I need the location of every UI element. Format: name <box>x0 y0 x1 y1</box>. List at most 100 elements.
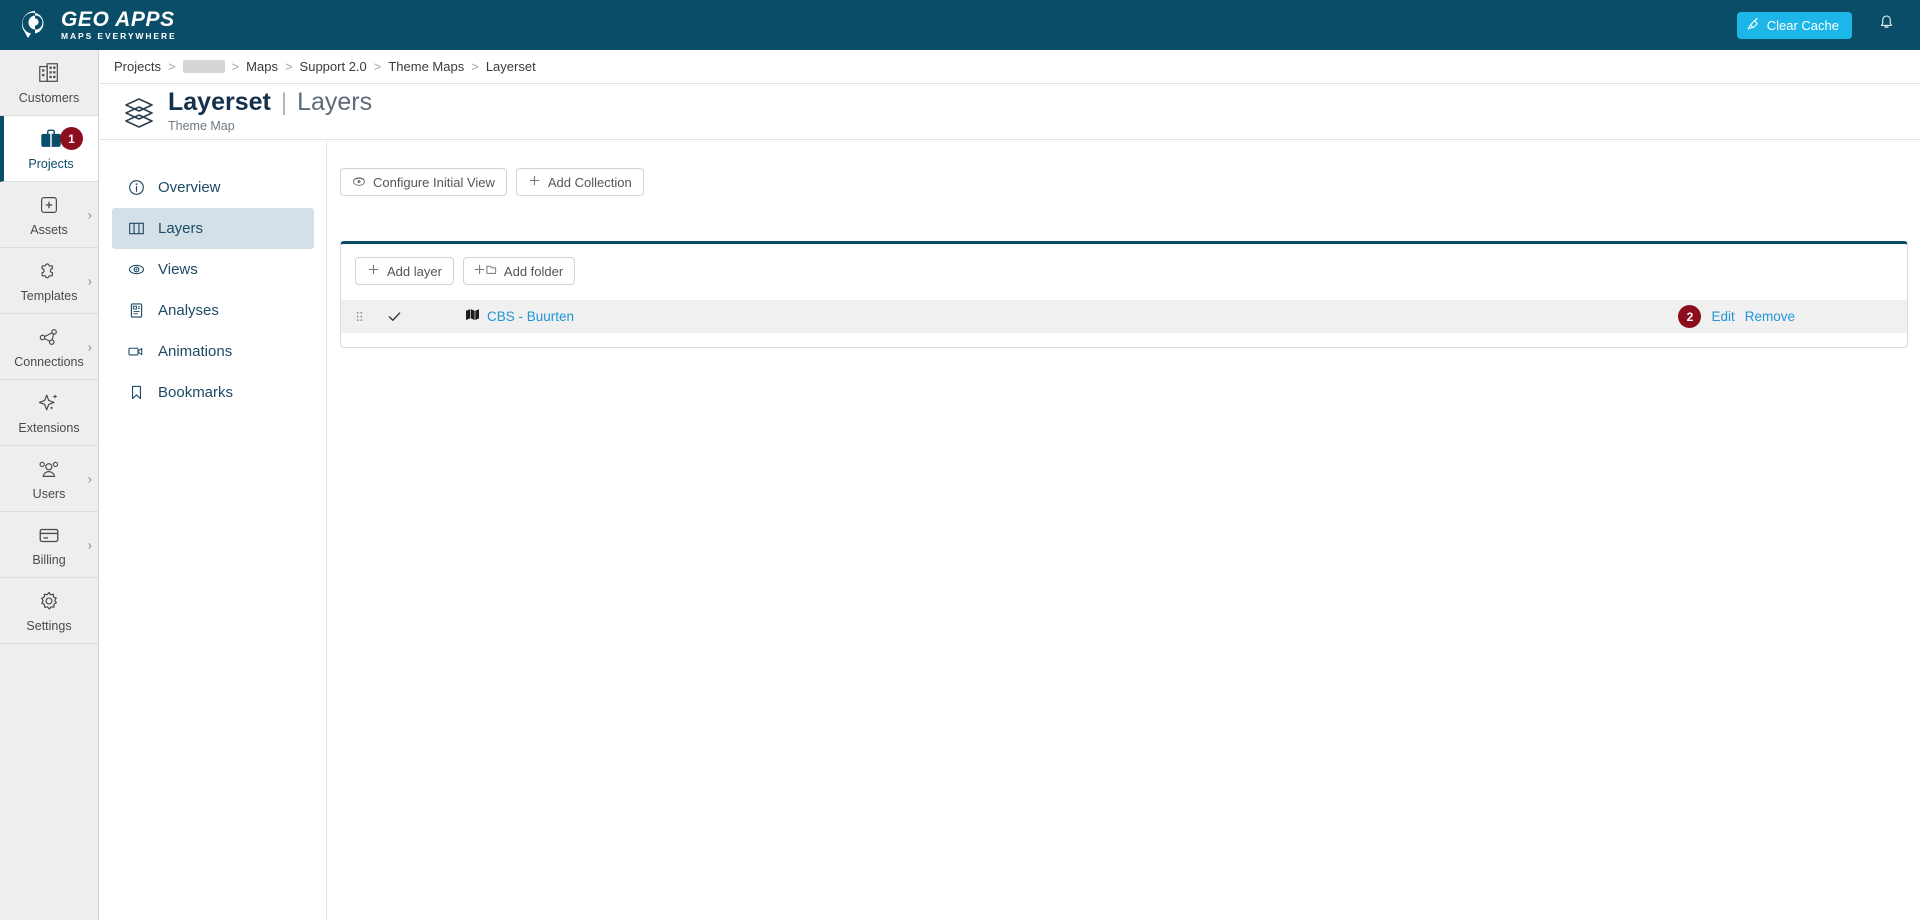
video-camera-icon <box>127 343 145 361</box>
tab-views[interactable]: Views <box>112 249 314 290</box>
brand-logo-group[interactable]: GEO APPS MAPS EVERYWHERE <box>18 8 177 42</box>
sidebar-item-label: Projects <box>28 157 74 171</box>
page-title: Layerset <box>168 88 271 117</box>
main-content: Configure Initial View Add Collection Ad… <box>328 141 1920 920</box>
breadcrumb: Projects > > Maps > Support 2.0 > Theme Maps > La… <box>100 50 1920 84</box>
add-collection-label: Add Collection <box>547 174 632 190</box>
add-folder-button[interactable]: Add folder <box>462 257 576 285</box>
tab-bookmarks[interactable]: Bookmarks <box>112 372 314 413</box>
sidebar-item-settings[interactable]: Settings <box>0 578 98 644</box>
drag-dots-icon[interactable] <box>355 310 369 323</box>
tab-overview[interactable]: Overview <box>112 167 314 208</box>
chevron-right-icon[interactable]: › <box>88 471 92 486</box>
edit-link[interactable]: Edit <box>1711 309 1734 324</box>
eye-icon <box>127 261 145 279</box>
remove-link[interactable]: Remove <box>1745 309 1795 324</box>
breadcrumb-separator: > <box>471 59 479 74</box>
globe-view-icon <box>352 174 366 191</box>
title-divider: | <box>280 89 288 117</box>
brand-tagline: MAPS EVERYWHERE <box>61 31 177 42</box>
map-icon <box>465 308 480 326</box>
sidebar-item-projects[interactable]: Projects 1 <box>0 116 98 182</box>
breadcrumb-separator: > <box>167 59 176 74</box>
notifications-button[interactable] <box>1852 0 1920 50</box>
sidebar-item-label: Billing <box>32 553 66 567</box>
page-header: Layerset | Layers Theme Map <box>100 84 1920 140</box>
sidebar-item-label: Extensions <box>18 421 80 435</box>
sidebar-item-label: Assets <box>30 223 68 237</box>
breadcrumb-item[interactable]: Support 2.0 <box>300 59 367 74</box>
tab-label: Views <box>158 261 198 278</box>
configure-initial-view-label: Configure Initial View <box>373 174 495 190</box>
tab-label: Bookmarks <box>158 384 234 401</box>
layer-name-link[interactable]: CBS - Buurten <box>487 309 574 324</box>
tab-animations[interactable]: Animations <box>112 331 314 372</box>
broom-icon <box>1747 17 1761 34</box>
step-badge-2: 2 <box>1678 305 1702 328</box>
gear-icon <box>37 588 61 614</box>
breadcrumb-separator: > <box>373 59 382 74</box>
sidebar-item-label: Settings <box>26 619 72 633</box>
tab-label: Animations <box>158 343 233 360</box>
credit-card-icon <box>37 522 61 548</box>
tab-label: Analyses <box>158 302 219 319</box>
breadcrumb-item-redacted[interactable] <box>182 60 225 73</box>
add-layer-label: Add layer <box>387 263 442 279</box>
layer-collection-card: Add layer Add folder CBS - Buurten 2 Edi… <box>340 241 1908 348</box>
sidebar-item-label: Templates <box>20 289 78 303</box>
breadcrumb-separator: > <box>231 59 240 74</box>
folder-plus-icon <box>474 263 497 279</box>
configure-initial-view-button[interactable]: Configure Initial View <box>340 168 507 196</box>
brand-name: GEO APPS <box>61 8 175 32</box>
clear-cache-button[interactable]: Clear Cache <box>1736 11 1852 39</box>
plus-icon <box>528 174 541 190</box>
tab-analyses[interactable]: Analyses <box>112 290 314 331</box>
primary-sidebar: Customers Projects 1 Assets › Templates › Conne… <box>0 50 99 920</box>
sparkle-icon <box>37 390 61 416</box>
sidebar-item-label: Connections <box>14 355 84 369</box>
sidebar-item-connections[interactable]: Connections › <box>0 314 98 380</box>
chevron-right-icon[interactable]: › <box>88 273 92 288</box>
nodes-graph-icon <box>37 324 61 350</box>
sidebar-item-templates[interactable]: Templates › <box>0 248 98 314</box>
sidebar-item-label: Customers <box>18 91 80 105</box>
breadcrumb-item[interactable]: Layerset <box>486 59 536 74</box>
chevron-right-icon[interactable]: › <box>88 537 92 552</box>
sidebar-item-assets[interactable]: Assets › <box>0 182 98 248</box>
check-icon[interactable] <box>387 309 403 324</box>
tab-label: Layers <box>158 220 204 237</box>
page-caption: Theme Map <box>168 119 235 134</box>
page-subtitle: Layers <box>297 88 373 117</box>
bookmark-icon <box>127 384 145 402</box>
chevron-right-icon[interactable]: › <box>88 207 92 222</box>
add-folder-label: Add folder <box>503 263 564 279</box>
sidebar-item-billing[interactable]: Billing › <box>0 512 98 578</box>
breadcrumb-item[interactable]: Projects <box>114 59 161 74</box>
layers-map-icon <box>127 220 145 238</box>
table-row[interactable]: CBS - Buurten 2 Edit Remove <box>341 300 1907 333</box>
sidebar-item-extensions[interactable]: Extensions <box>0 380 98 446</box>
add-collection-button[interactable]: Add Collection <box>515 168 644 196</box>
map-pin-logo-icon <box>18 8 52 42</box>
tab-label: Overview <box>158 179 221 196</box>
sidebar-item-label: Users <box>32 487 66 501</box>
chevron-right-icon[interactable]: › <box>88 339 92 354</box>
card-toolbar: Add layer Add folder <box>341 257 1907 285</box>
report-icon <box>127 302 145 320</box>
breadcrumb-item[interactable]: Theme Maps <box>388 59 464 74</box>
tab-layers[interactable]: Layers <box>112 208 314 249</box>
breadcrumb-item[interactable]: Maps <box>246 59 278 74</box>
sidebar-item-customers[interactable]: Customers <box>0 50 98 116</box>
users-icon <box>37 456 61 482</box>
content-toolbar: Configure Initial View Add Collection <box>328 141 1920 196</box>
breadcrumb-separator: > <box>284 59 293 74</box>
plus-icon <box>367 263 380 279</box>
sidebar-item-users[interactable]: Users › <box>0 446 98 512</box>
info-circle-icon <box>127 179 145 197</box>
plus-square-icon <box>37 192 61 218</box>
clear-cache-label: Clear Cache <box>1766 17 1839 33</box>
add-layer-button[interactable]: Add layer <box>355 257 454 285</box>
bell-icon <box>1878 14 1895 36</box>
layers-stack-icon <box>122 95 156 129</box>
secondary-sidebar: Overview Layers Views Analyses Animations Boo… <box>100 141 327 920</box>
